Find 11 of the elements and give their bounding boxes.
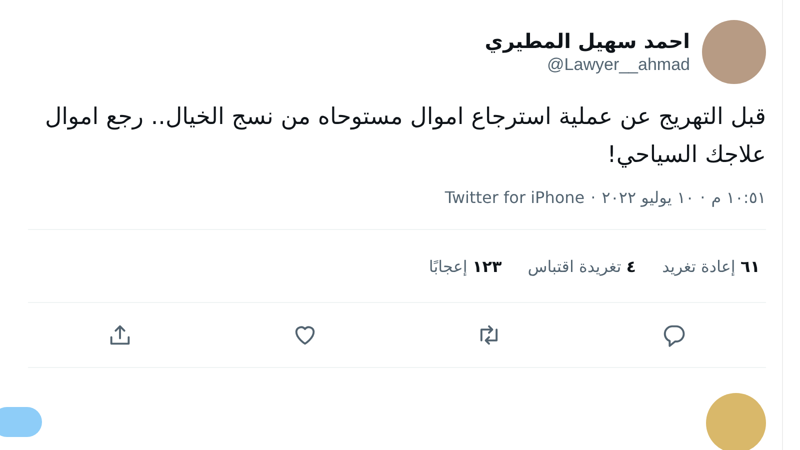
- tweet-meta: ·: [590, 188, 596, 207]
- tweet-meta: ١٠:٥١ م: [711, 188, 766, 207]
- tweet-meta: Twitter for iPhone: [444, 188, 585, 207]
- stat-link[interactable]: ١٢٣ إعجابًا: [428, 256, 502, 276]
- author-name: احمد سهيل المطيري: [484, 29, 690, 53]
- stat-link[interactable]: ٦١ إعادة تغريد: [662, 256, 760, 276]
- author-handle: @Lawyer__ahmad: [546, 55, 690, 75]
- tweet-meta: ·: [700, 188, 706, 207]
- tweet-text: قبل التهريج عن عملية استرجاع اموال مستوحاه من نسج الخيال.. رجع اموال علاجك السياحي!: [44, 103, 766, 170]
- tweet-meta: ١٠ يوليو ٢٠٢٢: [602, 188, 694, 207]
- stat-link[interactable]: ٤ تغريدة اقتباس: [528, 256, 636, 276]
